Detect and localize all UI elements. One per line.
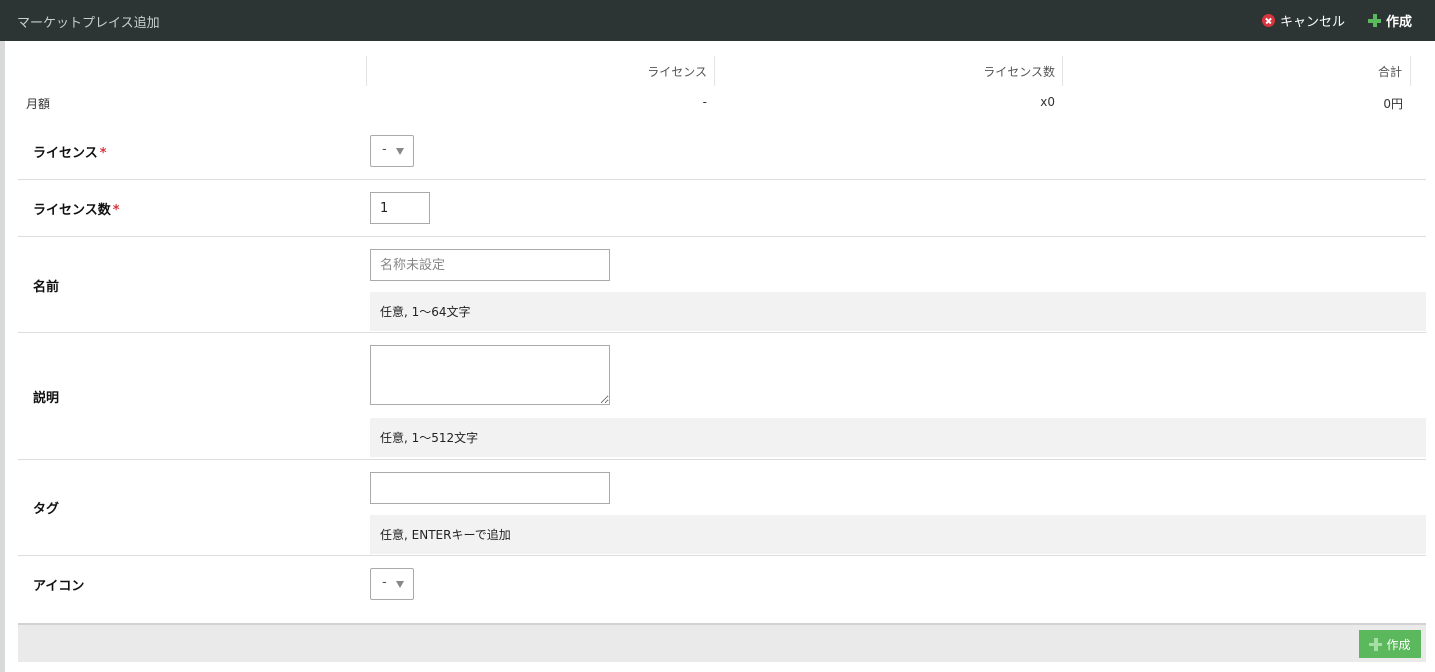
license-count-input[interactable]: [370, 192, 430, 224]
close-circle-icon: [1262, 14, 1275, 27]
license-row: ライセンス * -: [18, 123, 1426, 180]
summary-row-label: 月額: [26, 97, 51, 111]
description-textarea[interactable]: [370, 345, 610, 405]
create-button[interactable]: 作成: [1368, 11, 1412, 30]
cancel-label: キャンセル: [1280, 15, 1346, 30]
page-title: マーケットプレイス追加: [17, 16, 160, 31]
description-hint: 任意, 1～512文字: [370, 418, 1426, 457]
tag-hint: 任意, ENTERキーで追加: [370, 515, 1426, 554]
description-row: 説明 任意, 1～512文字: [18, 333, 1426, 460]
summary-header-total: 合計: [1062, 56, 1411, 86]
tag-input[interactable]: [370, 472, 610, 504]
tag-row: タグ 任意, ENTERキーで追加: [18, 460, 1426, 556]
summary-license-value: -: [702, 95, 707, 109]
license-select[interactable]: -: [370, 135, 414, 167]
license-count-label: ライセンス数 *: [33, 203, 120, 218]
tag-label: タグ: [33, 502, 60, 517]
icon-select[interactable]: -: [370, 568, 414, 600]
required-mark: *: [99, 146, 107, 161]
summary-total-value: 0円: [1383, 97, 1403, 111]
plus-icon: [1368, 14, 1381, 27]
license-count-row: ライセンス数 *: [18, 180, 1426, 237]
footer-create-button[interactable]: 作成: [1359, 630, 1421, 658]
summary-license-count-value: x0: [1040, 95, 1055, 109]
plus-icon: [1369, 637, 1383, 651]
chevron-down-icon: [396, 581, 404, 588]
footer-create-label: 作成: [1386, 637, 1411, 652]
chevron-down-icon: [396, 148, 404, 155]
name-label: 名前: [33, 280, 60, 295]
name-row: 名前 任意, 1～64文字: [18, 237, 1426, 333]
icon-row: アイコン -: [18, 556, 1426, 623]
required-mark: *: [112, 203, 120, 218]
header-bar: マーケットプレイス追加 キャンセル 作成: [0, 0, 1435, 41]
form-footer: 作成: [18, 623, 1426, 662]
icon-label: アイコン: [33, 579, 85, 594]
summary-header-license-count: ライセンス数: [714, 56, 1063, 86]
cancel-button[interactable]: キャンセル: [1262, 11, 1345, 30]
name-input[interactable]: [370, 249, 610, 281]
description-label: 説明: [33, 391, 60, 406]
summary-header-license: ライセンス: [366, 56, 715, 86]
create-label: 作成: [1386, 15, 1413, 30]
left-border: [0, 41, 5, 672]
name-hint: 任意, 1～64文字: [370, 292, 1426, 331]
license-label: ライセンス *: [33, 146, 107, 161]
